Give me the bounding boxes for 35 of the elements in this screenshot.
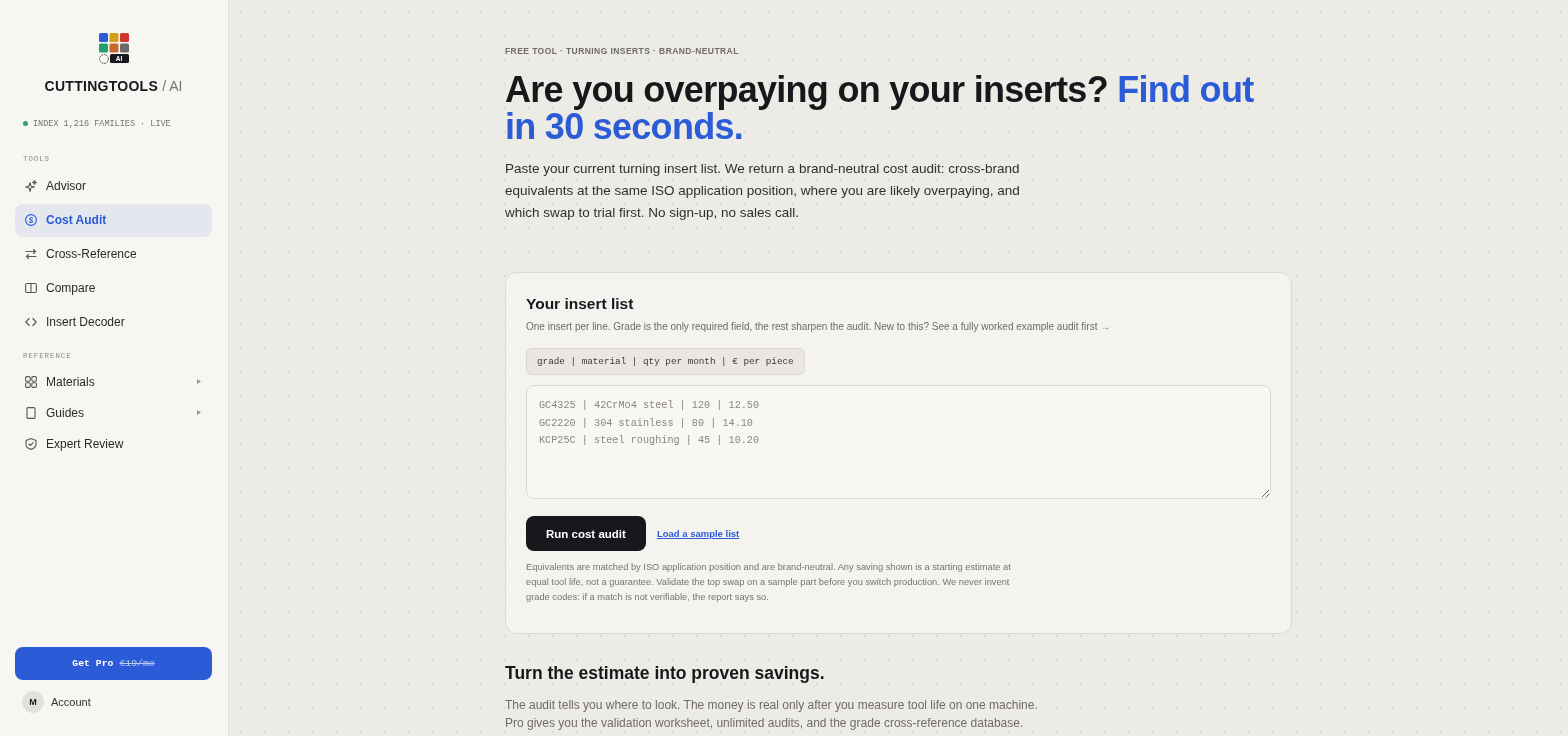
sparkle-icon — [25, 180, 37, 192]
nav-item[interactable]: Expert Review — [15, 428, 212, 459]
logo-icon — [98, 33, 129, 53]
page-heading: Are you overpaying on your inserts? Find out in 30 seconds. — [505, 70, 1255, 145]
eyebrow-text: FREE TOOL · TURNING INSERTS · BRAND-NEUTRAL — [505, 45, 740, 57]
avatar: M — [22, 691, 44, 713]
nav-item[interactable]: Cost Audit — [15, 203, 212, 237]
nav-item[interactable]: Compare — [15, 271, 212, 305]
nav-item[interactable]: Advisor — [15, 169, 212, 203]
columns-icon — [25, 282, 37, 294]
code-icon — [25, 316, 37, 328]
card-title: Your insert list — [526, 294, 635, 314]
nav-item[interactable]: Guides — [15, 397, 212, 428]
disclaimer-text: Equivalents are matched by ISO application position and are brand-neutral. Any saving shown is a starting estimate at equal tool life, not a guarantee. Validate the top swap on a sample part before you switch production. We never invent grade codes: if a match is not verifiable, the report says so. — [526, 560, 1012, 604]
status-text: INDEX 1,216 FAMILIES · LIVE — [33, 118, 171, 129]
sample-list-link[interactable]: Load a sample list — [656, 528, 740, 539]
nav-item[interactable]: Materials — [15, 366, 212, 397]
section-heading: Turn the estimate into proven savings. — [505, 661, 826, 684]
insert-list-input[interactable]: GC4325 | 42CrMo4 steel | 120 | 12.50 GC2220 | 304 stainless | 80 | 14.10 KCP25C | steel roughing | 45 | 10.20 — [526, 385, 1271, 499]
upgrade-button[interactable]: Get Pro €19/mo — [15, 647, 212, 680]
nav-item[interactable]: Insert Decoder — [15, 305, 212, 339]
intro-text: Paste your current turning insert list. We return a brand-neutral cost audit: cross-brand equivalents at the same ISO application position, where you are likely overpaying, and which swap to trial first. No sign-up, no sales call. — [505, 160, 1021, 222]
brand-name: CUTTINGTOOLS / AI — [44, 76, 183, 95]
shield-check-icon — [25, 437, 37, 450]
section-text: The audit tells you where to look. The money is real only after you measure tool life on one machine. Pro gives you the validation worksheet, unlimited audits, and the grade cross-reference database. — [505, 696, 1039, 732]
nav-item[interactable]: Cross-Reference — [15, 237, 212, 271]
currency-icon — [25, 214, 37, 226]
dashed-circle-icon — [98, 53, 109, 64]
help-text: One insert per line. Grade is the only required field, the rest sharpen the audit. New to this? See a fully worked example audit first → — [526, 320, 1112, 334]
format-hint: grade | material | qty per month | € per piece — [526, 348, 805, 375]
swap-arrows-icon — [25, 248, 37, 260]
account-button[interactable]: M Account — [15, 691, 91, 713]
run-audit-button[interactable]: Run cost audit — [526, 516, 646, 551]
book-icon — [25, 406, 37, 419]
grid-icon — [25, 375, 37, 388]
